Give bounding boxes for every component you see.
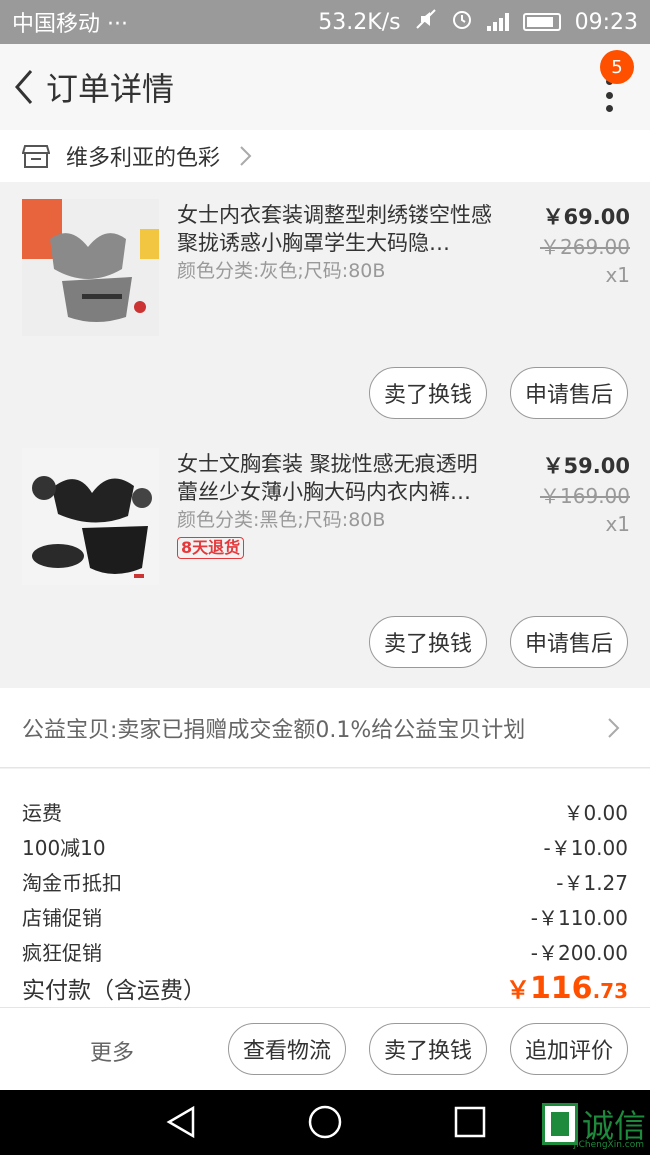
mute-icon (415, 8, 437, 36)
total-amount: ￥116.73 (505, 971, 628, 1006)
item-original-price: ￥169.00 (540, 484, 630, 508)
fee-row-coupon: 100减10 -￥10.00 (22, 831, 628, 861)
chevron-right-icon (240, 146, 252, 166)
nav-recents-icon[interactable] (452, 1104, 488, 1140)
fee-row-crazy-promo: 疯狂促销 -￥200.00 (22, 936, 628, 966)
item-quantity: x1 (605, 512, 630, 536)
item-quantity: x1 (605, 263, 630, 287)
fee-value: -￥10.00 (543, 835, 628, 860)
charity-row[interactable]: 公益宝贝:卖家已捐赠成交金额0.1%给公益宝贝计划 (0, 688, 650, 768)
chevron-left-icon (15, 70, 33, 104)
status-bar: 中国移动 ··· 53.2K/s 09:23 (0, 0, 650, 44)
shop-row[interactable]: 维多利亚的色彩 (0, 130, 650, 182)
order-item[interactable]: 女士文胸套装 聚拢性感无痕透明蕾丝少女薄小胸大码内衣内裤… 颜色分类:黑色;尺码… (0, 438, 650, 682)
fee-row-shipping: 运费 ￥0.00 (22, 796, 628, 826)
nav-back-icon[interactable] (163, 1104, 199, 1140)
item-spec: 颜色分类:灰色;尺码:80B (177, 260, 386, 282)
fee-row-shop-promo: 店铺促销 -￥110.00 (22, 901, 628, 931)
resell-button[interactable]: 卖了换钱 (369, 367, 487, 419)
item-title[interactable]: 女士内衣套装调整型刺绣镂空性感聚拢诱惑小胸罩学生大码隐… (177, 201, 495, 257)
total-label: 实付款（含运费） (22, 978, 206, 1004)
item-original-price: ￥269.00 (540, 235, 630, 259)
fee-value: ￥0.00 (563, 800, 628, 825)
page-title: 订单详情 (46, 70, 175, 108)
system-nav-bar: 诚信 JiChengXin.com (0, 1090, 650, 1155)
network-speed: 53.2K/s (318, 9, 401, 35)
view-logistics-button[interactable]: 查看物流 (228, 1023, 346, 1075)
resell-button[interactable]: 卖了换钱 (369, 616, 487, 668)
fee-label: 疯狂促销 (22, 940, 102, 965)
notification-badge: 5 (600, 50, 634, 84)
watermark-icon (541, 1103, 578, 1145)
fee-value: -￥1.27 (556, 870, 628, 895)
charity-text: 公益宝贝:卖家已捐赠成交金额0.1%给公益宝贝计划 (22, 717, 526, 743)
fee-row-coins: 淘金币抵扣 -￥1.27 (22, 866, 628, 896)
aftersale-button[interactable]: 申请售后 (510, 367, 628, 419)
watermark-url: JiChengXin.com (573, 1140, 644, 1150)
fee-label: 100减10 (22, 835, 106, 860)
item-price: ￥69.00 (542, 205, 630, 229)
item-title[interactable]: 女士文胸套装 聚拢性感无痕透明蕾丝少女薄小胸大码内衣内裤… (177, 450, 495, 506)
more-button[interactable]: 更多 (90, 1035, 134, 1067)
order-item[interactable]: 女士内衣套装调整型刺绣镂空性感聚拢诱惑小胸罩学生大码隐… 颜色分类:灰色;尺码:… (0, 189, 650, 433)
shop-icon (22, 145, 50, 168)
product-image[interactable] (22, 199, 159, 336)
fee-label: 运费 (22, 800, 62, 825)
item-spec: 颜色分类:黑色;尺码:80B (177, 509, 386, 531)
status-bar-right: 53.2K/s 09:23 (318, 8, 638, 36)
resell-button[interactable]: 卖了换钱 (369, 1023, 487, 1075)
carrier-label: 中国移动 ··· (12, 12, 128, 37)
add-review-button[interactable]: 追加评价 (510, 1023, 628, 1075)
bottom-action-bar: 更多 查看物流 卖了换钱 追加评价 (0, 1007, 650, 1090)
product-image[interactable] (22, 448, 159, 585)
watermark-logo: 诚信 JiChengXin.com (541, 1098, 646, 1150)
signal-4g-icon (486, 13, 509, 31)
fee-label: 淘金币抵扣 (22, 870, 122, 895)
item-price: ￥59.00 (542, 454, 630, 478)
battery-icon (522, 13, 561, 31)
chevron-right-icon (608, 718, 620, 738)
fee-value: -￥110.00 (530, 905, 628, 930)
total-row: 实付款（含运费） ￥116.73 (22, 971, 628, 1006)
fee-label: 店铺促销 (22, 905, 102, 930)
shop-name: 维多利亚的色彩 (66, 146, 221, 171)
fee-summary: 运费 ￥0.00 100减10 -￥10.00 淘金币抵扣 -￥1.27 店铺促… (0, 769, 650, 1007)
alarm-icon (451, 8, 473, 36)
back-button[interactable] (4, 44, 44, 130)
clock: 09:23 (574, 9, 638, 35)
app-header: 订单详情 5 (0, 44, 650, 130)
fee-value: -￥200.00 (530, 940, 628, 965)
aftersale-button[interactable]: 申请售后 (510, 616, 628, 668)
nav-home-icon[interactable] (307, 1104, 343, 1140)
return-policy-badge: 8天退货 (177, 537, 245, 559)
